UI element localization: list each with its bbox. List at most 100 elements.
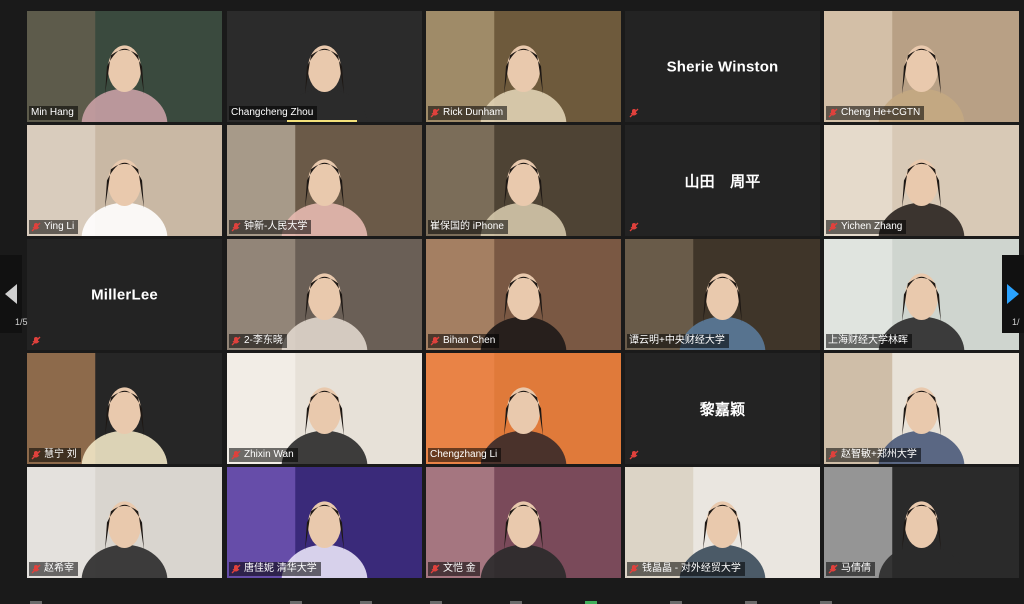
microphone-muted-icon: [231, 564, 241, 574]
participant-tile[interactable]: Ying Li: [27, 125, 222, 236]
microphone-muted-icon: [629, 222, 639, 232]
participant-name: Changcheng Zhou: [231, 107, 314, 118]
participant-name: 钱晶晶 - 对外经贸大学: [642, 563, 741, 574]
participant-name: Cheng He+CGTN: [841, 107, 921, 118]
participant-name-label: Yichen Zhang: [826, 220, 907, 234]
microphone-muted-icon: [629, 108, 639, 118]
participant-tile[interactable]: Sherie Winston: [625, 11, 820, 122]
participant-name-label: Chengzhang Li: [428, 448, 502, 462]
participant-display-name: MillerLee: [91, 286, 158, 303]
microphone-muted-icon: [430, 108, 440, 118]
microphone-muted-icon: [828, 450, 838, 460]
participant-name-label: Changcheng Zhou: [229, 106, 318, 120]
microphone-muted-icon: [231, 336, 241, 346]
microphone-muted-icon: [430, 564, 440, 574]
participant-tile[interactable]: 谭云明+中央财经大学: [625, 239, 820, 350]
participant-tile[interactable]: 赵智敏+郑州大学: [824, 353, 1019, 464]
page-indicator-right: 1/: [1012, 317, 1020, 327]
participant-name-label: [627, 448, 643, 462]
participant-name: Bihan Chen: [443, 335, 496, 346]
participant-tile[interactable]: Changcheng Zhou: [227, 11, 422, 122]
participant-tile[interactable]: 文恺 金: [426, 467, 621, 578]
participant-name: 崔保国的 iPhone: [430, 221, 504, 232]
participant-name-label: [627, 220, 643, 234]
participant-tile[interactable]: 钱晶晶 - 对外经贸大学: [625, 467, 820, 578]
participant-name: Ying Li: [44, 221, 75, 232]
participant-name-label: [627, 106, 643, 120]
speaking-indicator: [287, 120, 357, 122]
participant-display-name: Sherie Winston: [666, 58, 779, 75]
participant-name: Chengzhang Li: [430, 449, 498, 460]
participant-name-label: Zhixin Wan: [229, 448, 298, 462]
microphone-muted-icon: [31, 564, 41, 574]
participant-name: Zhixin Wan: [244, 449, 294, 460]
participant-tile[interactable]: Rick Dunham: [426, 11, 621, 122]
participant-tile[interactable]: Yichen Zhang: [824, 125, 1019, 236]
microphone-muted-icon: [231, 222, 241, 232]
participant-name: 文恺 金: [443, 563, 476, 574]
participant-name-label: Min Hang: [29, 106, 78, 120]
participant-name-label: 钱晶晶 - 对外经贸大学: [627, 562, 745, 576]
microphone-muted-icon: [430, 336, 440, 346]
participant-name-label: [29, 334, 45, 348]
participant-name: 2-李东晓: [244, 335, 283, 346]
participant-tile[interactable]: Min Hang: [27, 11, 222, 122]
participant-tile[interactable]: Zhixin Wan: [227, 353, 422, 464]
microphone-muted-icon: [31, 450, 41, 460]
participant-tile[interactable]: 赵希宰: [27, 467, 222, 578]
participant-name: 赵希宰: [44, 563, 74, 574]
participant-tile[interactable]: 钟新-人民大学: [227, 125, 422, 236]
participant-name-label: 慧宁 刘: [29, 448, 81, 462]
microphone-muted-icon: [629, 450, 639, 460]
participant-tile[interactable]: 唐佳妮 清华大学: [227, 467, 422, 578]
participant-name-label: Rick Dunham: [428, 106, 508, 120]
participant-tile[interactable]: 上海财经大学林晖: [824, 239, 1019, 350]
participant-tile[interactable]: 马倩倩: [824, 467, 1019, 578]
participant-name-label: 马倩倩: [826, 562, 875, 576]
microphone-muted-icon: [828, 564, 838, 574]
microphone-muted-icon: [828, 222, 838, 232]
microphone-muted-icon: [629, 564, 639, 574]
participant-name: Rick Dunham: [443, 107, 504, 118]
participant-tile[interactable]: 山田 周平: [625, 125, 820, 236]
microphone-muted-icon: [31, 336, 41, 346]
participant-display-name: 山田 周平: [684, 173, 761, 190]
microphone-muted-icon: [31, 222, 41, 232]
participant-name-label: 钟新-人民大学: [229, 220, 312, 234]
participant-name-label: 唐佳妮 清华大学: [229, 562, 321, 576]
participant-name: Yichen Zhang: [841, 221, 903, 232]
participant-tile[interactable]: 崔保国的 iPhone: [426, 125, 621, 236]
participant-name-label: Ying Li: [29, 220, 79, 234]
participant-name-label: 2-李东晓: [229, 334, 287, 348]
participant-name: 马倩倩: [841, 563, 871, 574]
participant-display-name: 黎嘉颖: [699, 401, 746, 418]
participant-name-label: Cheng He+CGTN: [826, 106, 925, 120]
participant-tile[interactable]: Cheng He+CGTN: [824, 11, 1019, 122]
participant-tile[interactable]: 2-李东晓: [227, 239, 422, 350]
toolbar-strip: [0, 596, 1024, 604]
chevron-left-icon: [5, 284, 17, 304]
participant-tile[interactable]: 慧宁 刘: [27, 353, 222, 464]
participant-name: 赵智敏+郑州大学: [841, 449, 917, 460]
participant-name-label: 崔保国的 iPhone: [428, 220, 508, 234]
microphone-muted-icon: [828, 108, 838, 118]
participant-tile[interactable]: Bihan Chen: [426, 239, 621, 350]
participant-name: 唐佳妮 清华大学: [244, 563, 317, 574]
participant-name: 慧宁 刘: [44, 449, 77, 460]
participant-tile[interactable]: 黎嘉颖: [625, 353, 820, 464]
participant-name-label: 上海财经大学林晖: [826, 334, 912, 348]
participant-name-label: 文恺 金: [428, 562, 480, 576]
participant-name: 钟新-人民大学: [244, 221, 308, 232]
chevron-right-icon: [1007, 284, 1019, 304]
video-grid: Min Hang Changcheng Zhou Rick Dunham Sher…: [0, 0, 1024, 604]
participant-name: 谭云明+中央财经大学: [629, 335, 725, 346]
participant-tile[interactable]: MillerLee: [27, 239, 222, 350]
participant-name-label: Bihan Chen: [428, 334, 500, 348]
participant-name-label: 赵希宰: [29, 562, 78, 576]
participant-name: Min Hang: [31, 107, 74, 118]
page-indicator-left: 1/5: [15, 317, 28, 327]
participant-tile[interactable]: Chengzhang Li: [426, 353, 621, 464]
participant-name: 上海财经大学林晖: [828, 335, 908, 346]
microphone-muted-icon: [231, 450, 241, 460]
participant-name-label: 谭云明+中央财经大学: [627, 334, 729, 348]
